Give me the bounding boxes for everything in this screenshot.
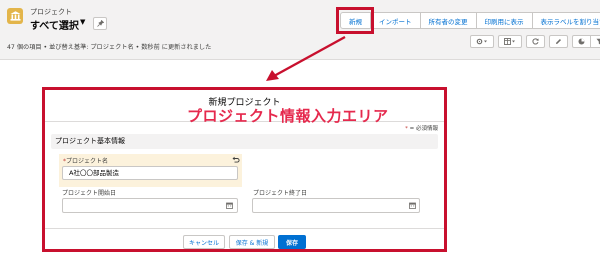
save-button[interactable]: 保存 [278,235,306,249]
change-owner-button[interactable]: 所有者の変更 [419,12,477,29]
list-view-toolbar [470,35,600,48]
chart-filter-group [568,35,600,48]
list-actions: 新規 インポート 所有者の変更 印刷用に表示 表示ラベルを割り当て [340,12,600,29]
edit-icon [556,39,561,44]
refresh-icon [532,38,539,45]
required-mark: * [405,126,408,132]
table-icon [504,38,515,45]
refresh-button[interactable] [526,35,545,48]
filter-icon [596,38,600,45]
printable-view-button[interactable]: 印刷用に表示 [475,12,533,29]
cancel-button[interactable]: キャンセル [183,235,225,249]
start-date-label: プロジェクト開始日 [62,190,117,197]
calendar-icon[interactable] [409,202,416,209]
import-button[interactable]: インポート [370,12,421,29]
calendar-icon[interactable] [226,202,233,209]
chart-icon [578,38,585,45]
charts-button[interactable] [572,35,591,48]
section-header-basic-info[interactable]: プロジェクト基本情報 [51,134,438,149]
input-area-annotation: プロジェクト情報入力エリア [187,107,389,125]
list-view-header: プロジェクト すべて選択 ▼ 47 個の項目 • 並び替え基準: プロジェクト名… [0,0,600,60]
project-name-label-text: プロジェクト名 [66,158,109,165]
assign-label-button[interactable]: 表示ラベルを割り当て [531,12,600,29]
new-button-highlight [336,7,374,34]
undo-icon[interactable] [232,156,240,163]
required-legend-text: = 必須情報 [409,126,438,132]
end-date-label: プロジェクト終了日 [253,190,308,197]
object-breadcrumb: プロジェクト [30,8,72,16]
project-name-label: *プロジェクト名 [63,156,108,165]
pin-list-button[interactable] [93,17,107,30]
start-date-input[interactable] [62,198,238,213]
display-as-button[interactable] [498,35,522,48]
inline-edit-button[interactable] [549,35,568,48]
new-project-modal: 新規プロジェクト プロジェクト情報入力エリア * = 必須情報 プロジェクト基本… [42,87,447,252]
save-and-new-button[interactable]: 保存 & 新規 [229,235,275,249]
gear-icon [476,38,487,45]
required-legend: * = 必須情報 [405,124,438,132]
filter-button[interactable] [590,35,600,48]
list-view-title[interactable]: すべて選択 [30,17,79,32]
modal-footer-divider [45,228,444,229]
list-settings-button[interactable] [470,35,494,48]
end-date-input[interactable] [252,198,420,213]
project-app-icon [7,8,23,24]
project-name-input[interactable]: A社〇〇部品製造 [62,166,238,180]
list-meta-info: 47 個の項目 • 並び替え基準: プロジェクト名 • 数秒前 に更新されました [7,44,212,51]
pin-icon [96,20,104,27]
list-view-dropdown-icon[interactable]: ▼ [80,18,85,26]
